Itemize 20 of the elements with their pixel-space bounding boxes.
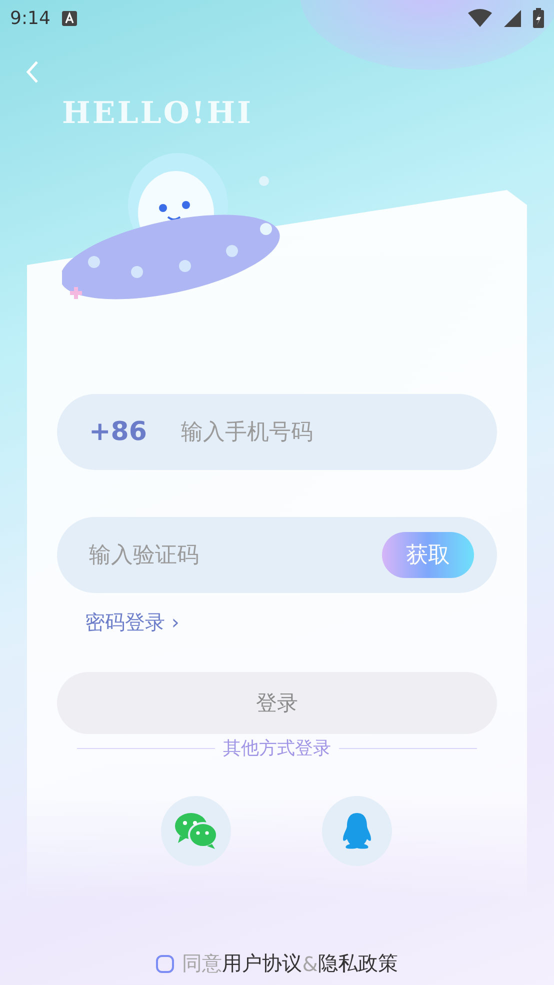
chevron-left-icon	[25, 60, 39, 84]
keyboard-notification-icon	[62, 10, 78, 26]
get-code-button[interactable]: 获取	[382, 532, 474, 578]
wifi-icon	[468, 9, 492, 27]
signal-icon	[504, 10, 521, 26]
password-login-link[interactable]: 密码登录 ›	[85, 609, 180, 636]
country-code[interactable]: +86	[89, 417, 147, 447]
code-field[interactable]: 输入验证码 获取	[57, 517, 497, 593]
privacy-policy-link[interactable]: 隐私政策	[318, 950, 398, 977]
ampersand-text: &	[302, 952, 318, 976]
hello-logo-text: HELLO!HI	[62, 96, 254, 132]
status-time: 9:14	[10, 8, 50, 28]
user-agreement-link[interactable]: 用户协议	[222, 950, 302, 977]
penguin-icon	[341, 812, 373, 850]
battery-charging-icon	[533, 8, 544, 28]
other-methods-label: 其他方式登录	[223, 737, 331, 760]
agree-label: 同意	[182, 950, 222, 977]
chat-bubbles-icon	[174, 812, 218, 850]
agree-checkbox[interactable]	[156, 954, 174, 972]
phone-field[interactable]: +86 输入手机号码	[57, 394, 497, 470]
